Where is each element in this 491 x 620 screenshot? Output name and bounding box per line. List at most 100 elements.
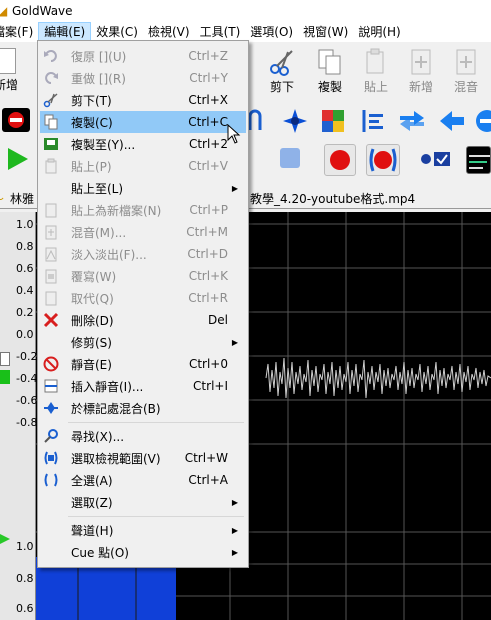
menu-item-crossfade[interactable]: 淡入淡出(F)... Ctrl+D <box>40 243 246 265</box>
menu-separator <box>68 516 244 517</box>
record-selection-button[interactable] <box>366 144 400 176</box>
menu-item-delete[interactable]: 刪除(D) Del <box>40 309 246 331</box>
submenu-arrow-icon: ▶ <box>231 525 238 535</box>
channel-toggle-top[interactable] <box>0 352 10 366</box>
cut-button[interactable]: 剪下 <box>268 48 296 95</box>
menu-view[interactable]: 檢視(V) <box>143 22 195 42</box>
menu-item-overwrite[interactable]: 覆寫(W) Ctrl+K <box>40 265 246 287</box>
cut-button-label: 剪下 <box>269 80 294 94</box>
mix-icon <box>43 224 59 240</box>
menu-item-shortcut: Ctrl+I <box>193 379 228 393</box>
insert-silence-icon <box>43 378 59 394</box>
mix-toolbar-label: 混音 <box>453 80 478 94</box>
axis-label: 1.0 <box>16 540 34 553</box>
effect-button-7[interactable] <box>474 108 491 134</box>
menu-item-cue-points[interactable]: Cue 點(O) ▶ <box>40 541 246 563</box>
axis-label: -0.2 <box>16 350 38 363</box>
menu-item-label: 取代(Q) <box>71 291 114 306</box>
copy-toolbar-button[interactable]: 複製 <box>316 48 344 95</box>
menu-item-channel[interactable]: 聲道(H) ▶ <box>40 519 246 541</box>
menu-item-mix[interactable]: 混音(M)... Ctrl+M <box>40 221 246 243</box>
axis-label: 1.0 <box>16 218 34 231</box>
paste-toolbar-button[interactable]: 貼上 <box>362 48 390 95</box>
effect-button-4[interactable] <box>360 108 386 134</box>
paste-icon <box>366 48 384 74</box>
menu-item-mix-at-marker[interactable]: 於標記處混合(B) <box>40 397 246 419</box>
menu-item-shortcut: Ctrl+A <box>188 473 228 487</box>
menu-item-shortcut: Ctrl+D <box>187 247 228 261</box>
menu-item-label: 修剪(S) <box>71 335 112 350</box>
submenu-arrow-icon: ▶ <box>231 547 238 557</box>
menu-item-trim[interactable]: 修剪(S) ▶ <box>40 331 246 353</box>
transport-button-disabled[interactable] <box>280 148 300 168</box>
stop-effect-button[interactable] <box>2 108 30 132</box>
menu-item-select[interactable]: 選取(Z) ▶ <box>40 491 246 513</box>
menu-help[interactable]: 說明(H) <box>353 22 405 42</box>
playhead-marker-icon[interactable] <box>0 534 10 544</box>
menu-item-label: 剪下(T) <box>71 93 112 108</box>
effect-button-2[interactable] <box>282 108 308 134</box>
menu-item-shortcut: Ctrl+V <box>188 159 228 173</box>
spectrum-icon <box>469 155 490 169</box>
title-bar: ◢ GoldWave <box>0 0 491 22</box>
equalizer-icon <box>362 110 383 132</box>
record-button[interactable] <box>324 144 356 176</box>
menu-item-shortcut: Ctrl+X <box>188 93 228 107</box>
menu-item-label: 插入靜音(I)... <box>71 379 144 394</box>
menu-window[interactable]: 視窗(W) <box>298 22 353 42</box>
colorful-effect-icon <box>322 110 344 132</box>
edit-menu-dropdown: 復原 [](U) Ctrl+Z 重做 [](R) Ctrl+Y 剪下(T) Ct… <box>37 40 249 568</box>
menu-tools[interactable]: 工具(T) <box>195 22 246 42</box>
app-icon: ◢ <box>0 4 8 18</box>
play-button[interactable] <box>4 146 30 172</box>
left-channel-strip <box>0 212 14 620</box>
menu-options[interactable]: 選項(O) <box>245 22 298 42</box>
effect-button-1[interactable] <box>246 108 272 134</box>
axis-label: 0.0 <box>16 328 34 341</box>
menu-edit[interactable]: 編輯(E) <box>38 22 92 42</box>
select-view-icon <box>43 450 59 466</box>
wave-doc-icon: 〜 <box>0 190 4 207</box>
menu-item-insert-silence[interactable]: 插入靜音(I)... Ctrl+I <box>40 375 246 397</box>
menu-item-paste-new[interactable]: 貼上為新檔案(N) Ctrl+P <box>40 199 246 221</box>
menu-item-copy-to[interactable]: 複製至(Y)... Ctrl+2 <box>40 133 246 155</box>
axis-label: 0.6 <box>16 602 34 615</box>
menu-item-shortcut: Ctrl+Y <box>189 71 228 85</box>
menu-item-label: 重做 [](R) <box>71 71 126 86</box>
menu-item-paste-at[interactable]: 貼上至(L) ▶ <box>40 177 246 199</box>
menu-item-select-view[interactable]: 選取檢視範圍(V) Ctrl+W <box>40 447 246 469</box>
effect-button-5[interactable] <box>398 108 424 134</box>
menu-item-find[interactable]: 尋找(X)... <box>40 425 246 447</box>
monitor-button[interactable] <box>418 148 452 170</box>
scissors-icon <box>270 50 293 76</box>
add-toolbar-label: 新增 <box>408 80 433 94</box>
axis-label: 0.2 <box>16 306 34 319</box>
menu-item-undo[interactable]: 復原 [](U) Ctrl+Z <box>40 45 246 67</box>
submenu-arrow-icon: ▶ <box>231 497 238 507</box>
effect-button-6[interactable] <box>438 108 464 134</box>
new-button[interactable]: 新增 <box>0 48 18 93</box>
mix-toolbar-button[interactable]: 混音 <box>452 48 480 95</box>
channel-toggle-bottom[interactable] <box>0 370 10 384</box>
visual-window-button[interactable] <box>466 146 491 174</box>
scissors-icon <box>43 92 59 108</box>
menu-item-redo[interactable]: 重做 [](R) Ctrl+Y <box>40 67 246 89</box>
menu-item-select-all[interactable]: 全選(A) Ctrl+A <box>40 469 246 491</box>
menu-item-label: 刪除(D) <box>71 313 114 328</box>
axis-label: -0.8 <box>16 416 38 429</box>
menu-item-shortcut: Ctrl+P <box>189 203 228 217</box>
mix-icon <box>456 49 476 75</box>
effect-button-3[interactable] <box>320 108 346 134</box>
menu-item-label: 靜音(E) <box>71 357 112 372</box>
menu-item-paste[interactable]: 貼上(P) Ctrl+V <box>40 155 246 177</box>
submenu-arrow-icon: ▶ <box>231 183 238 193</box>
menu-file[interactable]: 檔案(F) <box>0 22 38 42</box>
add-toolbar-button[interactable]: 新增 <box>407 48 435 95</box>
menu-effects[interactable]: 效果(C) <box>91 22 143 42</box>
menu-item-silence[interactable]: 靜音(E) Ctrl+0 <box>40 353 246 375</box>
menu-item-cut[interactable]: 剪下(T) Ctrl+X <box>40 89 246 111</box>
menu-item-label: Cue 點(O) <box>71 545 129 560</box>
menu-item-label: 貼上(P) <box>71 159 112 174</box>
menu-item-copy[interactable]: 複製(C) Ctrl+C <box>40 111 246 133</box>
menu-item-replace[interactable]: 取代(Q) Ctrl+R <box>40 287 246 309</box>
